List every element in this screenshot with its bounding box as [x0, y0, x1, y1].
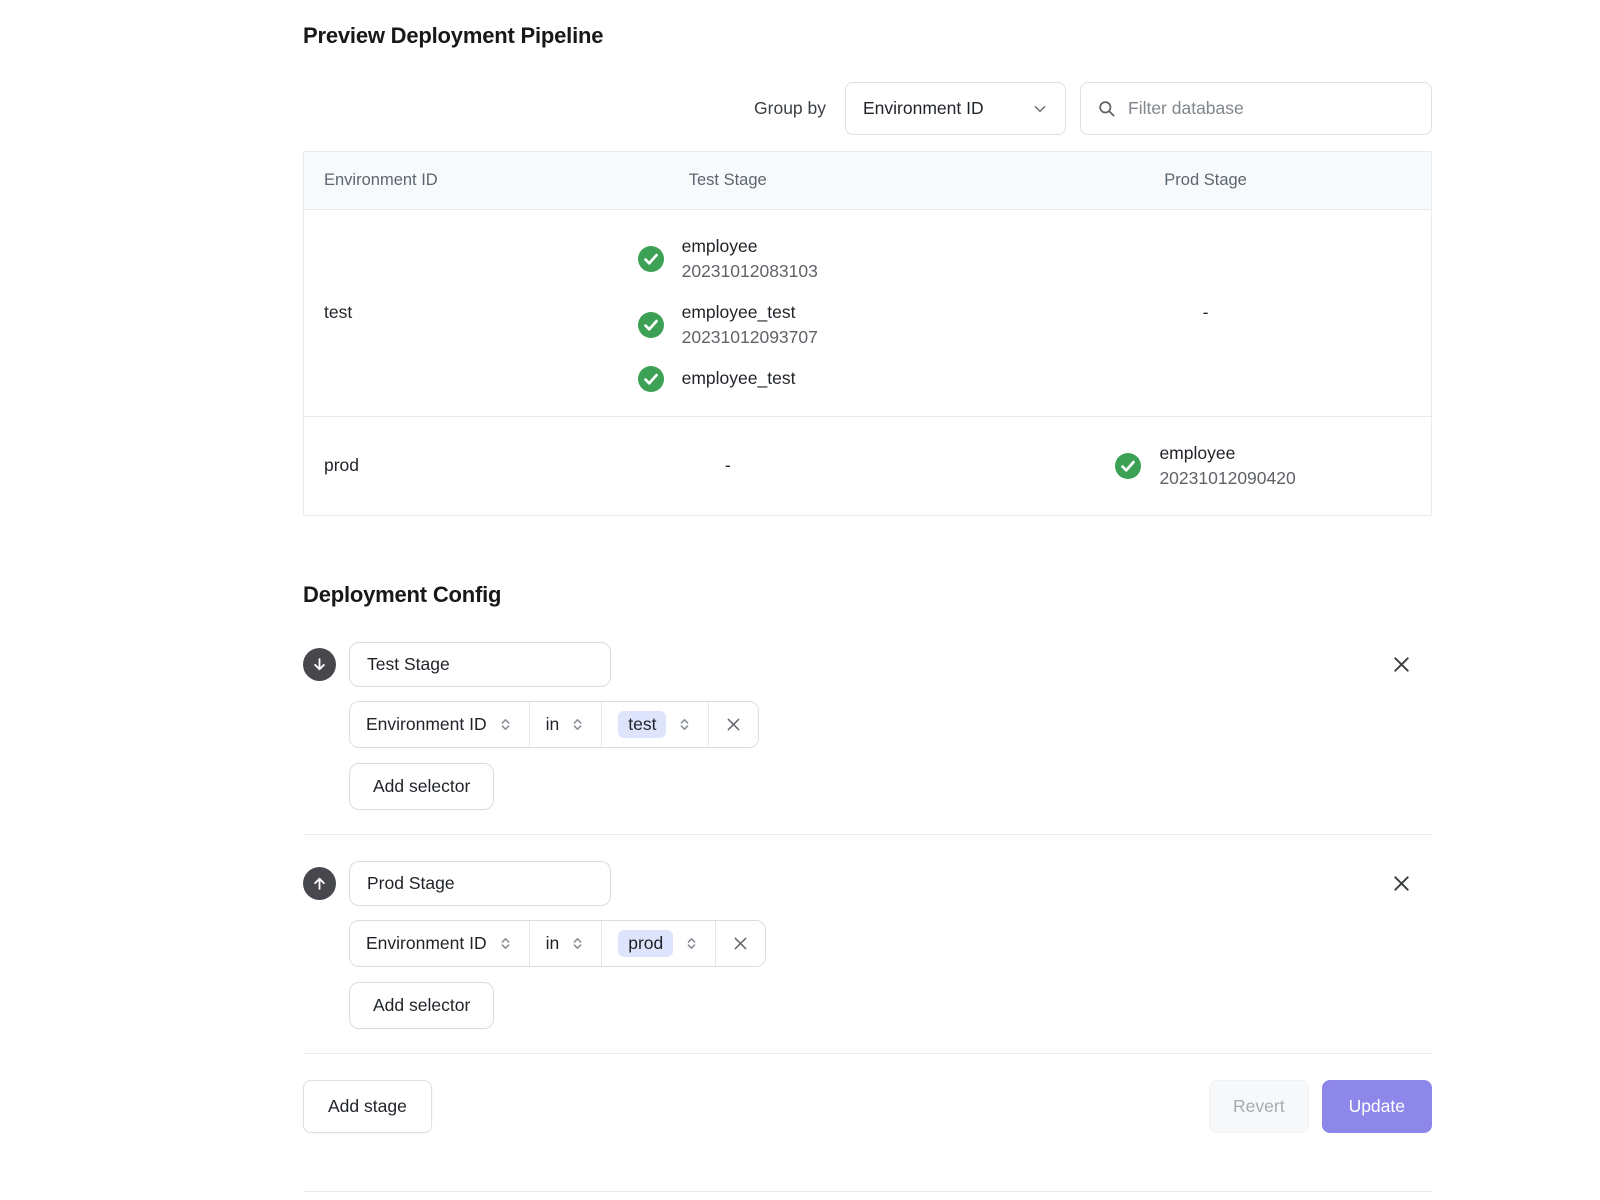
- chevron-down-icon: [1032, 101, 1048, 117]
- success-check-icon: [638, 312, 664, 338]
- arrow-down-circle-icon: [303, 648, 336, 681]
- table-row-prod: prod - employee 20231012090420: [304, 416, 1431, 516]
- database-name: employee_test: [682, 366, 796, 391]
- database-entry: employee_test 20231012093707: [638, 300, 818, 351]
- environment-id-cell: prod: [304, 417, 475, 516]
- database-entry: employee 20231012083103: [638, 234, 818, 285]
- stage-name-group: [303, 642, 611, 687]
- group-by-dropdown[interactable]: Environment ID: [845, 82, 1066, 135]
- column-header-environment-id: Environment ID: [304, 152, 475, 209]
- selector-key-dropdown[interactable]: Environment ID: [350, 921, 529, 966]
- test-stage-cell: -: [475, 417, 980, 516]
- config-footer: Add stage Revert Update: [303, 1080, 1432, 1133]
- selector-value-dropdown[interactable]: prod: [601, 921, 715, 966]
- selector-key-value: Environment ID: [366, 933, 487, 954]
- selector-value-badge: prod: [618, 930, 673, 957]
- selector-key-value: Environment ID: [366, 714, 487, 735]
- empty-stage-placeholder: -: [1203, 302, 1209, 323]
- updown-chevrons-icon: [498, 717, 513, 732]
- stage-config-test: Environment ID in test: [303, 642, 1432, 810]
- pipeline-preview-table: Environment ID Test Stage Prod Stage tes…: [303, 151, 1432, 516]
- database-entry: employee_test: [638, 366, 796, 392]
- stage-config-prod: Environment ID in prod: [303, 861, 1432, 1029]
- add-selector-button[interactable]: Add selector: [349, 763, 494, 810]
- selector-operator-value: in: [546, 933, 560, 954]
- column-header-prod-stage: Prod Stage: [980, 152, 1431, 209]
- table-row-test: test employee 20231012083103: [304, 209, 1431, 416]
- database-version: 20231012090420: [1159, 466, 1295, 491]
- updown-chevrons-icon: [570, 936, 585, 951]
- updown-chevrons-icon: [498, 936, 513, 951]
- footer-actions: Revert Update: [1209, 1080, 1432, 1133]
- selector-operator-dropdown[interactable]: in: [529, 921, 602, 966]
- page-title: Preview Deployment Pipeline: [303, 23, 1432, 49]
- search-icon: [1097, 99, 1116, 118]
- empty-stage-placeholder: -: [725, 455, 731, 476]
- selector-key-dropdown[interactable]: Environment ID: [350, 702, 529, 747]
- stage-name-input[interactable]: [349, 861, 611, 906]
- selector-group: Environment ID in test: [349, 701, 759, 748]
- filter-database-box: [1080, 82, 1432, 135]
- remove-stage-button[interactable]: [1388, 870, 1415, 897]
- update-button[interactable]: Update: [1322, 1080, 1432, 1133]
- database-version: 20231012083103: [682, 259, 818, 284]
- arrow-up-circle-icon: [303, 867, 336, 900]
- success-check-icon: [1115, 453, 1141, 479]
- selector-group: Environment ID in prod: [349, 920, 766, 967]
- selector-value-dropdown[interactable]: test: [601, 702, 708, 747]
- selector-row: Environment ID in test: [349, 701, 1432, 748]
- selector-operator-dropdown[interactable]: in: [529, 702, 602, 747]
- table-header-row: Environment ID Test Stage Prod Stage: [304, 152, 1431, 209]
- remove-selector-button[interactable]: [715, 921, 765, 966]
- success-check-icon: [638, 246, 664, 272]
- prod-stage-cell: employee 20231012090420: [980, 417, 1431, 516]
- database-entries: employee 20231012090420: [1115, 441, 1295, 492]
- close-icon: [1390, 653, 1413, 676]
- stage-divider: [303, 834, 1432, 835]
- database-name: employee_test: [682, 300, 818, 325]
- database-entry: employee 20231012090420: [1115, 441, 1295, 492]
- deployment-pipeline-page: Preview Deployment Pipeline Group by Env…: [303, 0, 1432, 1192]
- group-by-label: Group by: [754, 98, 826, 119]
- selector-row: Environment ID in prod: [349, 920, 1432, 967]
- updown-chevrons-icon: [677, 717, 692, 732]
- updown-chevrons-icon: [684, 936, 699, 951]
- close-icon: [724, 715, 743, 734]
- selector-value-badge: test: [618, 711, 666, 738]
- page-bottom-divider: [303, 1191, 1432, 1192]
- stage-name-input[interactable]: [349, 642, 611, 687]
- test-stage-cell: employee 20231012083103 employee_test 20…: [475, 210, 980, 416]
- remove-selector-button[interactable]: [708, 702, 758, 747]
- group-by-selected-value: Environment ID: [863, 98, 984, 119]
- stage-name-group: [303, 861, 611, 906]
- prod-stage-cell: -: [980, 210, 1431, 416]
- database-name: employee: [1159, 441, 1295, 466]
- stage-header: [303, 861, 1432, 906]
- add-stage-button[interactable]: Add stage: [303, 1080, 432, 1133]
- revert-button[interactable]: Revert: [1209, 1080, 1309, 1133]
- deployment-config-title: Deployment Config: [303, 582, 1432, 608]
- column-header-test-stage: Test Stage: [475, 152, 980, 209]
- selector-operator-value: in: [546, 714, 560, 735]
- close-icon: [1390, 872, 1413, 895]
- pipeline-toolbar: Group by Environment ID: [303, 82, 1432, 135]
- filter-database-input[interactable]: [1128, 98, 1415, 119]
- footer-divider: [303, 1053, 1432, 1054]
- database-name: employee: [682, 234, 818, 259]
- database-entries: employee 20231012083103 employee_test 20…: [638, 234, 818, 392]
- success-check-icon: [638, 366, 664, 392]
- close-icon: [731, 934, 750, 953]
- updown-chevrons-icon: [570, 717, 585, 732]
- stage-header: [303, 642, 1432, 687]
- remove-stage-button[interactable]: [1388, 651, 1415, 678]
- add-selector-button[interactable]: Add selector: [349, 982, 494, 1029]
- database-version: 20231012093707: [682, 325, 818, 350]
- environment-id-cell: test: [304, 210, 475, 416]
